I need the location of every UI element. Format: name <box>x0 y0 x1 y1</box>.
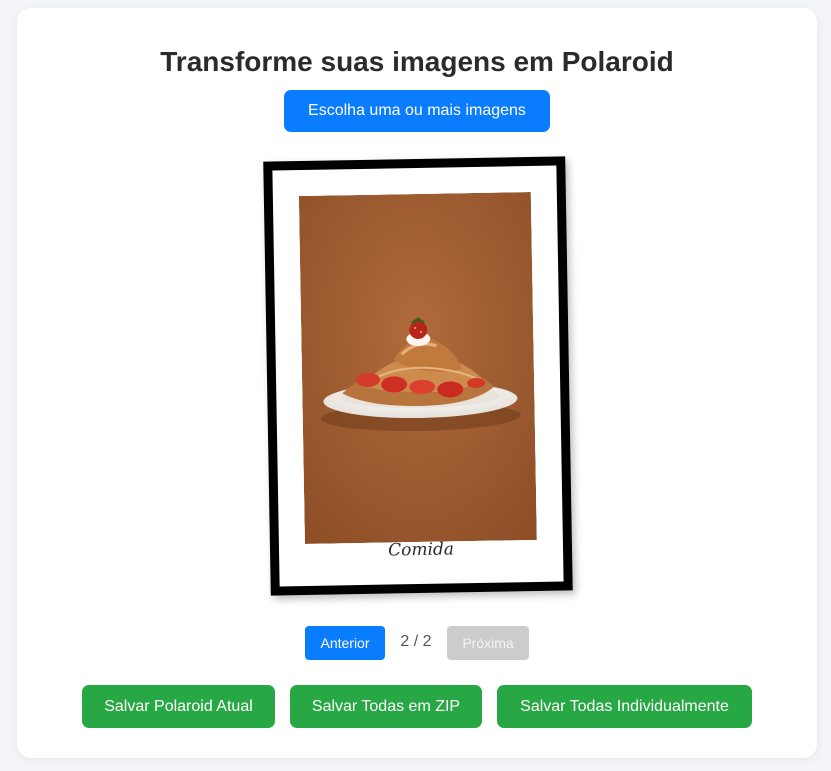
save-current-polaroid-button[interactable]: Salvar Polaroid Atual <box>82 685 275 728</box>
page-indicator: 2 / 2 <box>400 633 432 650</box>
polaroid-caption: Comida <box>387 539 455 561</box>
croissant-photo-image <box>298 192 537 544</box>
polaroid-photo <box>298 192 537 544</box>
previous-button[interactable]: Anterior <box>305 626 385 660</box>
polaroid-frame: Comida <box>263 156 573 596</box>
main-card: Transforme suas imagens em Polaroid Esco… <box>17 8 817 758</box>
save-all-individually-button[interactable]: Salvar Todas Individualmente <box>497 685 752 728</box>
choose-images-button[interactable]: Escolha uma ou mais imagens <box>284 90 550 132</box>
page-title: Transforme suas imagens em Polaroid <box>160 46 674 77</box>
save-all-zip-button[interactable]: Salvar Todas em ZIP <box>290 685 482 728</box>
next-button[interactable]: Próxima <box>447 626 529 660</box>
